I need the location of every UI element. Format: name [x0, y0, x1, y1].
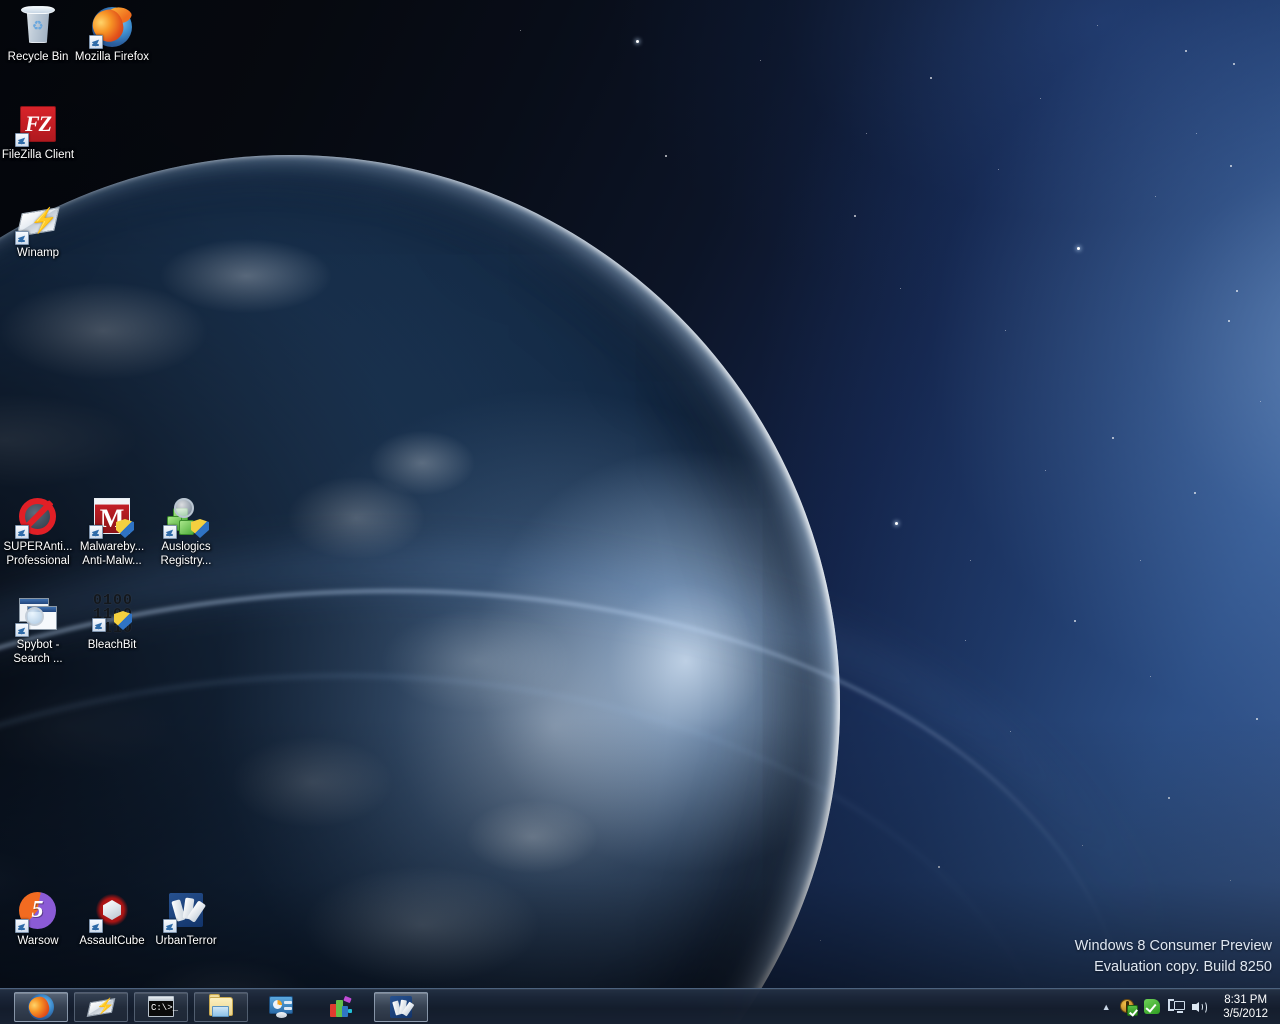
windows-evaluation-watermark: Windows 8 Consumer Preview Evaluation co… — [1075, 936, 1272, 978]
winamp-icon: ⚡ — [88, 994, 114, 1020]
desktop-icon-filezilla-client[interactable]: FileZilla Client — [0, 104, 76, 163]
desktop-icon-superantispyware[interactable]: SUPERAnti... Professional — [0, 496, 76, 568]
clock-time: 8:31 PM — [1224, 993, 1267, 1007]
malwarebytes-icon — [91, 496, 133, 538]
superantispyware-icon — [17, 496, 59, 538]
desktop-icon-label: Auslogics Registry... — [148, 541, 224, 568]
shortcut-arrow-icon — [89, 35, 103, 49]
desktop-icon-label: Mozilla Firefox — [75, 51, 149, 65]
shortcut-arrow-icon — [163, 919, 177, 933]
shortcut-arrow-icon — [89, 525, 103, 539]
taskbar-button-winamp[interactable]: ⚡ — [74, 992, 128, 1022]
desktop-icon-label: FileZilla Client — [2, 149, 74, 163]
shortcut-arrow-icon — [15, 919, 29, 933]
desktop-icon-bleachbit[interactable]: 010011000110 BleachBit — [74, 594, 150, 653]
taskbar-button-command-prompt[interactable]: C:\>_ — [134, 992, 188, 1022]
taskbar-button-defraggler[interactable] — [314, 992, 368, 1022]
urbanterror-icon — [165, 890, 207, 932]
shield-icon — [191, 519, 209, 538]
shortcut-arrow-icon — [92, 618, 106, 632]
control-panel-icon — [268, 994, 294, 1020]
desktop-icon-label: Winamp — [17, 247, 59, 261]
desktop-icon-label: Spybot - Search ... — [0, 639, 76, 666]
desktop-icon-label: Recycle Bin — [8, 51, 69, 65]
defrag-icon — [328, 994, 354, 1020]
shortcut-arrow-icon — [163, 525, 177, 539]
folder-icon — [208, 994, 234, 1020]
desktop-icon-warsow[interactable]: Warsow — [0, 890, 76, 949]
urbanterror-icon — [388, 994, 414, 1020]
auslogics-registry-icon — [165, 496, 207, 538]
clock-date: 3/5/2012 — [1223, 1007, 1268, 1021]
assaultcube-icon — [91, 890, 133, 932]
desktop-icon-label: SUPERAnti... Professional — [0, 541, 76, 568]
shortcut-arrow-icon — [15, 231, 29, 245]
recycle-bin-icon: ♻ — [17, 6, 59, 48]
taskbar[interactable]: ⚡ C:\>_ — [0, 988, 1280, 1024]
firefox-icon — [91, 6, 133, 48]
shield-icon — [116, 519, 134, 538]
desktop-icon-mozilla-firefox[interactable]: Mozilla Firefox — [74, 6, 150, 65]
watermark-line-2: Evaluation copy. Build 8250 — [1075, 957, 1272, 978]
winamp-icon: ⚡ — [17, 202, 59, 244]
desktop-icon-recycle-bin[interactable]: ♻ Recycle Bin — [0, 6, 76, 65]
bleachbit-icon: 010011000110 — [91, 594, 133, 636]
system-tray: ▲ — [1099, 989, 1215, 1024]
shortcut-arrow-icon — [89, 919, 103, 933]
desktop-icon-label: UrbanTerror — [155, 935, 216, 949]
firefox-icon — [28, 994, 54, 1020]
shortcut-arrow-icon — [15, 133, 29, 147]
desktop-icon-label: AssaultCube — [79, 935, 144, 949]
terminal-icon: C:\>_ — [148, 994, 174, 1020]
taskbar-button-firefox[interactable] — [14, 992, 68, 1022]
taskbar-button-control-panel[interactable] — [254, 992, 308, 1022]
desktop-icon-spybot[interactable]: Spybot - Search ... — [0, 594, 76, 666]
desktop-icon-winamp[interactable]: ⚡ Winamp — [0, 202, 76, 261]
action-center-tray-icon[interactable] — [1144, 998, 1161, 1015]
warsow-icon — [17, 890, 59, 932]
volume-tray-icon[interactable] — [1192, 998, 1209, 1015]
desktop-icon-malwarebytes[interactable]: Malwareby... Anti-Malw... — [74, 496, 150, 568]
taskbar-button-group: ⚡ C:\>_ — [0, 989, 428, 1024]
taskbar-button-file-explorer[interactable] — [194, 992, 248, 1022]
tray-overflow-icon[interactable]: ▲ — [1099, 989, 1113, 1024]
desktop[interactable]: ♻ Recycle Bin Mozilla Firefox FileZilla … — [0, 0, 1280, 1024]
watermark-line-1: Windows 8 Consumer Preview — [1075, 936, 1272, 957]
shortcut-arrow-icon — [15, 623, 29, 637]
spybot-icon — [17, 594, 59, 636]
desktop-icon-assaultcube[interactable]: AssaultCube — [74, 890, 150, 949]
desktop-icon-label: Warsow — [17, 935, 58, 949]
shortcut-arrow-icon — [15, 525, 29, 539]
taskbar-button-urbanterror[interactable] — [374, 992, 428, 1022]
desktop-icon-auslogics-registry[interactable]: Auslogics Registry... — [148, 496, 224, 568]
desktop-icon-urbanterror[interactable]: UrbanTerror — [148, 890, 224, 949]
desktop-icon-label: BleachBit — [88, 639, 137, 653]
desktop-icon-label: Malwareby... Anti-Malw... — [74, 541, 150, 568]
antimalware-tray-icon[interactable] — [1120, 998, 1137, 1015]
network-tray-icon[interactable] — [1168, 998, 1185, 1015]
filezilla-icon — [17, 104, 59, 146]
taskbar-clock[interactable]: 8:31 PM 3/5/2012 — [1215, 989, 1280, 1024]
